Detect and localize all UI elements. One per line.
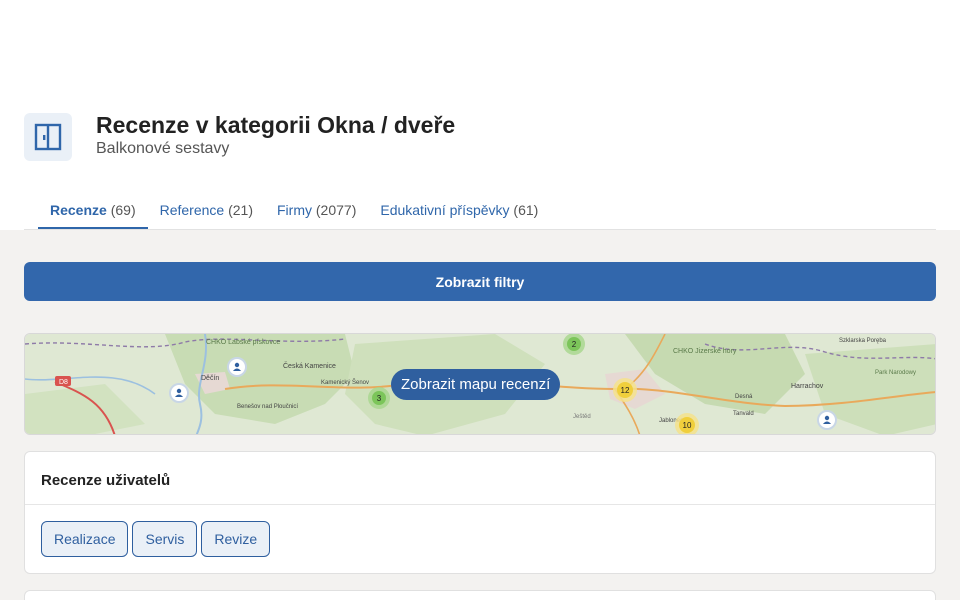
svg-text:10: 10: [683, 421, 692, 430]
map-label: Harrachov: [791, 383, 824, 390]
map-label: CHKO Labské pískovce: [206, 339, 280, 346]
tab-reference[interactable]: Reference (21): [148, 194, 265, 229]
page-subtitle: Balkonové sestavy: [96, 140, 230, 157]
review-type-chips: Realizace Servis Revize: [25, 505, 935, 557]
map-cluster: 3: [368, 387, 390, 409]
road-label: D8: [59, 379, 68, 386]
user-marker-icon: [227, 357, 247, 377]
tab-firmy[interactable]: Firmy (2077): [265, 194, 368, 229]
show-filters-button[interactable]: Zobrazit filtry: [24, 262, 936, 301]
map-label: Szklarska Poręba: [839, 338, 887, 344]
tab-recenze[interactable]: Recenze (69): [38, 194, 148, 229]
map-label: CHKO Jizerské hory: [673, 348, 737, 355]
map-label: Park Narodowy: [875, 370, 916, 376]
chip-servis[interactable]: Servis: [132, 521, 198, 557]
map-cluster: 2: [563, 334, 585, 355]
chip-revize[interactable]: Revize: [201, 521, 271, 557]
window-door-icon: [24, 113, 72, 161]
card-title: Recenze uživatelů: [25, 452, 935, 505]
map-label: Desná: [735, 394, 753, 400]
next-card: [24, 590, 936, 600]
user-marker-icon: [169, 383, 189, 403]
tab-bar: Recenze (69) Reference (21) Firmy (2077)…: [38, 194, 550, 229]
map-label: Děčín: [201, 375, 219, 382]
map-label: Česká Kamenice: [283, 361, 336, 370]
tab-edukativni-prispevky[interactable]: Edukativní příspěvky (61): [368, 194, 550, 229]
map-label: Ještěd: [573, 414, 591, 420]
map-label: Kamenický Šenov: [321, 379, 369, 386]
svg-text:3: 3: [377, 394, 382, 403]
map-label: Tanvald: [733, 411, 754, 417]
reviews-map[interactable]: CHKO Labské pískovce Děčín Česká Kamenic…: [24, 333, 936, 435]
page-title: Recenze v kategorii Okna / dveře: [96, 112, 456, 138]
show-reviews-map-button[interactable]: Zobrazit mapu recenzí: [391, 369, 561, 400]
map-label: Benešov nad Ploučnicí: [237, 404, 298, 410]
map-cluster: 12: [613, 378, 637, 402]
svg-text:2: 2: [572, 340, 577, 349]
user-marker-icon: [817, 410, 837, 430]
user-reviews-card: Recenze uživatelů Realizace Servis Reviz…: [24, 451, 936, 574]
svg-text:12: 12: [621, 386, 630, 395]
tabs-divider: [24, 229, 936, 230]
chip-realizace[interactable]: Realizace: [41, 521, 129, 557]
category-header: Recenze v kategorii Okna / dveře Balkono…: [24, 113, 455, 161]
